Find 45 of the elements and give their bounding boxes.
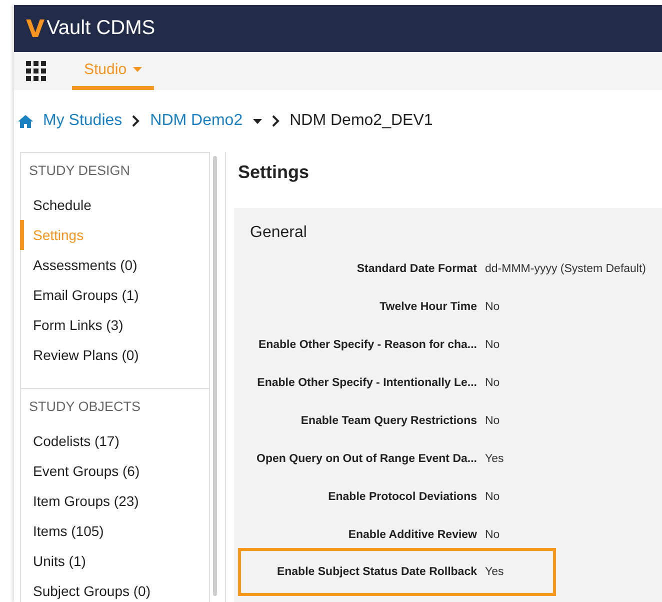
- breadcrumb-link[interactable]: My Studies: [43, 112, 122, 130]
- setting-label: Enable Additive Review: [347, 529, 477, 541]
- chevron-icon: [132, 115, 140, 127]
- setting-value: No: [485, 339, 500, 351]
- breadcrumb-link[interactable]: NDM Demo2: [150, 112, 243, 130]
- caret-icon: [132, 66, 142, 72]
- home-icon: [18, 114, 33, 128]
- setting-value: Yes: [485, 453, 504, 465]
- section-heading: STUDY OBJECTS: [28, 398, 142, 416]
- setting-value: No: [485, 529, 500, 541]
- sidebar-item[interactable]: Schedule: [20, 190, 209, 220]
- setting-label: Enable Protocol Deviations: [327, 491, 477, 503]
- app-title: Vault CDMS: [46, 17, 156, 40]
- setting-label: Enable Subject Status Date Rollback: [276, 566, 477, 578]
- caret-icon[interactable]: [252, 118, 262, 124]
- section-heading: STUDY DESIGN: [28, 162, 132, 180]
- sidebar-item[interactable]: Subject Groups (0): [20, 576, 209, 602]
- setting-label: Twelve Hour Time: [378, 301, 477, 313]
- setting-value: No: [485, 377, 500, 389]
- setting-value: No: [485, 491, 500, 503]
- setting-label: Enable Other Specify - Reason for cha...: [257, 339, 477, 351]
- setting-label: Enable Other Specify - Intentionally Le...: [256, 377, 477, 389]
- setting-label: Enable Team Query Restrictions: [300, 415, 477, 427]
- sidebar-item[interactable]: Units (1): [20, 546, 209, 576]
- sidebar-item[interactable]: Assessments (0): [20, 250, 209, 280]
- setting-value: No: [485, 415, 500, 427]
- sidebar-item[interactable]: Event Groups (6): [20, 456, 209, 486]
- breadcrumb-current[interactable]: NDM Demo2_DEV1: [290, 112, 433, 130]
- panel-title: General: [249, 223, 308, 243]
- setting-value: No: [485, 301, 500, 313]
- sidebar-item[interactable]: Review Plans (0): [20, 340, 209, 370]
- setting-label: Open Query on Out of Range Event Da...: [256, 453, 477, 465]
- sidebar-item[interactable]: Items (105): [20, 516, 209, 546]
- scrollbar[interactable]: [213, 156, 217, 596]
- sidebar-item[interactable]: Codelists (17): [20, 426, 209, 456]
- app-grid-icon[interactable]: [26, 61, 46, 81]
- page-title: Settings: [237, 161, 310, 184]
- setting-value: Yes: [485, 566, 504, 578]
- setting-value: dd-MMM-yyyy (System Default): [485, 263, 646, 275]
- chevron-icon: [272, 115, 280, 127]
- sidebar-item[interactable]: Email Groups (1): [20, 280, 209, 310]
- logo-mark: V: [26, 14, 45, 42]
- setting-label: Standard Date Format: [356, 263, 477, 275]
- sidebar-item[interactable]: Item Groups (23): [20, 486, 209, 516]
- sidebar-item[interactable]: Form Links (3): [20, 310, 209, 340]
